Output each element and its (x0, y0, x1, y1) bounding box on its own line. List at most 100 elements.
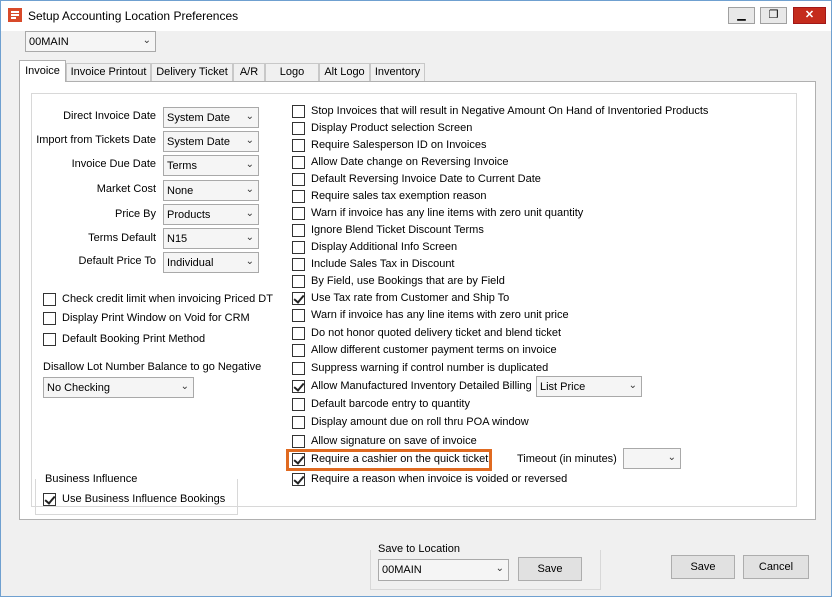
default-booking-print-checkbox[interactable] (43, 333, 56, 346)
option-checkbox[interactable] (292, 309, 305, 322)
option-label: Allow Date change on Reversing Invoice (311, 156, 509, 168)
minimize-icon: ▁ (737, 9, 746, 21)
option-checkbox[interactable] (292, 416, 305, 429)
business-influence-title: Business Influence (43, 473, 140, 485)
chevron-down-icon: ⌄ (245, 159, 254, 170)
direct-invoice-date-label: Direct Invoice Date (63, 110, 156, 122)
import-tickets-date-label: Import from Tickets Date (36, 134, 156, 146)
timeout-label: Timeout (in minutes) (517, 453, 617, 465)
select-value: N15 (167, 233, 188, 245)
option-checkbox[interactable] (292, 275, 305, 288)
tab-inventory[interactable]: Inventory (370, 63, 425, 81)
save-location-button[interactable]: Save (518, 557, 582, 581)
chevron-down-icon: ⌄ (180, 381, 189, 392)
tab-invoice[interactable]: Invoice (19, 60, 66, 82)
option-checkbox[interactable] (292, 344, 305, 357)
billing-price-select[interactable]: List Price ⌄ (536, 376, 642, 397)
timeout-select[interactable]: ⌄ (623, 448, 681, 469)
display-print-window-label: Display Print Window on Void for CRM (62, 312, 250, 324)
chevron-down-icon: ⌄ (667, 452, 676, 463)
button-label: Save (537, 563, 563, 575)
option-checkbox[interactable] (292, 122, 305, 135)
select-value: 00MAIN (382, 564, 422, 576)
close-icon: ✕ (804, 9, 815, 21)
minimize-button[interactable]: ▁ (728, 7, 755, 24)
select-value: System Date (167, 136, 230, 148)
check-credit-limit-checkbox[interactable] (43, 293, 56, 306)
select-value: List Price (540, 381, 586, 393)
chevron-down-icon: ⌄ (245, 256, 254, 267)
direct-invoice-date-select[interactable]: System Date ⌄ (163, 107, 259, 128)
tab-alt-logo[interactable]: Alt Logo (319, 63, 370, 81)
save-button[interactable]: Save (671, 555, 735, 579)
close-button[interactable]: ✕ (793, 7, 826, 24)
save-to-location-title: Save to Location (376, 543, 462, 555)
tab-ar[interactable]: A/R (233, 63, 265, 81)
option-checkbox[interactable] (292, 241, 305, 254)
lot-number-select[interactable]: No Checking ⌄ (43, 377, 194, 398)
price-by-label: Price By (115, 208, 156, 220)
chevron-down-icon: ⌄ (245, 135, 254, 146)
tab-label: Inventory (374, 66, 421, 78)
preferences-window: Setup Accounting Location Preferences ▁ … (0, 0, 832, 597)
option-checkbox[interactable] (292, 435, 305, 448)
chevron-down-icon: ⌄ (245, 184, 254, 195)
option-checkbox[interactable] (292, 398, 305, 411)
use-business-influence-checkbox[interactable] (43, 493, 56, 506)
terms-default-select[interactable]: N15 ⌄ (163, 228, 259, 249)
terms-default-label: Terms Default (88, 232, 156, 244)
option-label: Display Product selection Screen (311, 122, 473, 134)
save-location-select[interactable]: 00MAIN ⌄ (378, 559, 509, 581)
option-label: Allow different customer payment terms o… (311, 344, 557, 356)
market-cost-select[interactable]: None ⌄ (163, 180, 259, 201)
use-business-influence-label: Use Business Influence Bookings (62, 493, 226, 505)
title-bar: Setup Accounting Location Preferences ▁ … (1, 1, 831, 31)
tab-logo[interactable]: Logo (265, 63, 319, 81)
option-label: Display amount due on roll thru POA wind… (311, 416, 529, 428)
option-checkbox[interactable] (292, 156, 305, 169)
tab-label: Invoice Printout (70, 66, 147, 78)
tab-delivery-ticket[interactable]: Delivery Ticket (151, 63, 233, 81)
default-price-to-select[interactable]: Individual ⌄ (163, 252, 259, 273)
invoice-due-date-select[interactable]: Terms ⌄ (163, 155, 259, 176)
option-label: Include Sales Tax in Discount (311, 258, 455, 270)
option-checkbox[interactable] (292, 224, 305, 237)
maximize-button[interactable]: ❐ (760, 7, 787, 24)
check-credit-limit-label: Check credit limit when invoicing Priced… (62, 293, 273, 305)
option-label: Default Reversing Invoice Date to Curren… (311, 173, 541, 185)
chevron-down-icon: ⌄ (245, 232, 254, 243)
button-label: Save (690, 561, 716, 573)
select-value: Individual (167, 257, 214, 269)
option-checkbox[interactable] (292, 362, 305, 375)
option-checkbox[interactable] (292, 207, 305, 220)
import-tickets-date-select[interactable]: System Date ⌄ (163, 131, 259, 152)
cancel-button[interactable]: Cancel (743, 555, 809, 579)
invoice-due-date-label: Invoice Due Date (71, 158, 156, 170)
option-checkbox[interactable] (292, 190, 305, 203)
price-by-select[interactable]: Products ⌄ (163, 204, 259, 225)
tab-label: Delivery Ticket (156, 66, 228, 78)
select-value: System Date (167, 112, 230, 124)
option-checkbox[interactable] (292, 105, 305, 118)
select-value: No Checking (47, 382, 110, 394)
option-label: By Field, use Bookings that are by Field (311, 275, 505, 287)
option-checkbox[interactable] (292, 258, 305, 271)
option-label: Do not honor quoted delivery ticket and … (311, 327, 562, 339)
tab-invoice-printout[interactable]: Invoice Printout (66, 63, 151, 81)
tab-label: Invoice (25, 65, 60, 77)
option-label: Warn if invoice has any line items with … (311, 207, 584, 219)
option-checkbox[interactable] (292, 139, 305, 152)
chevron-down-icon: ⌄ (142, 35, 151, 46)
location-select[interactable]: 00MAIN ⌄ (25, 31, 156, 52)
chevron-down-icon: ⌄ (495, 563, 504, 574)
option-checkbox[interactable] (292, 380, 305, 393)
select-value: Products (167, 209, 211, 221)
option-checkbox[interactable] (292, 473, 305, 486)
display-print-window-checkbox[interactable] (43, 312, 56, 325)
option-label: Stop Invoices that will result in Negati… (311, 105, 709, 117)
option-label: Use Tax rate from Customer and Ship To (311, 292, 510, 304)
option-checkbox[interactable] (292, 292, 305, 305)
option-label: Allow signature on save of invoice (311, 435, 477, 447)
option-checkbox[interactable] (292, 173, 305, 186)
option-checkbox[interactable] (292, 327, 305, 340)
